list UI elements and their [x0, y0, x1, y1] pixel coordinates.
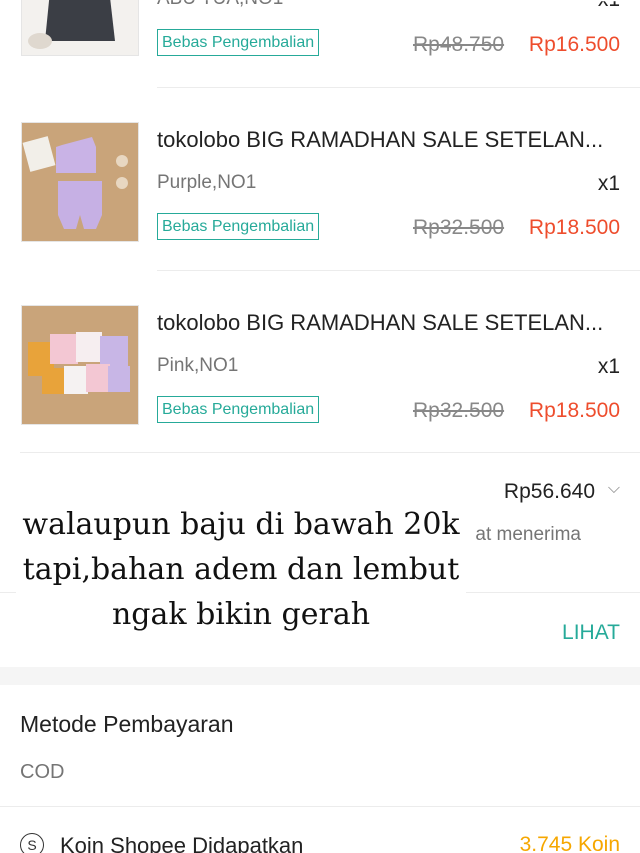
order-total-amount: Rp56.640 [503, 480, 595, 503]
item-quantity: x1 [597, 355, 620, 378]
coins-label: Koin Shopee Didapatkan [60, 833, 304, 853]
sale-price: Rp18.500 [528, 216, 620, 239]
shopee-coins-row[interactable]: S Koin Shopee Didapatkan 3.745 Koin [0, 807, 640, 853]
dark-outfit-image [22, 0, 138, 55]
original-price: Rp32.500 [413, 216, 505, 239]
item-variant: ABU TUA,NO1 [157, 0, 283, 10]
order-item-2[interactable]: tokolobo BIG RAMADHAN SALE SETELAN... Pi… [0, 287, 640, 470]
item-divider [157, 270, 640, 271]
item-quantity: x1 [597, 172, 620, 195]
product-name[interactable]: tokolobo BIG RAMADHAN SALE SETELAN... [157, 310, 620, 336]
free-return-badge: Bebas Pengembalian [157, 396, 320, 423]
sale-price: Rp16.500 [528, 33, 620, 56]
product-name[interactable]: tokolobo BIG RAMADHAN SALE SETELAN... [157, 127, 620, 153]
purple-outfit-image [22, 123, 138, 241]
coins-value: 3.745 Koin [519, 833, 620, 853]
overlay-caption: walaupun baju di bawah 20k tapi,bahan ad… [16, 498, 466, 645]
product-thumbnail-1[interactable] [21, 122, 139, 242]
payment-method-value: COD [20, 761, 65, 783]
item-variant: Pink,NO1 [157, 355, 239, 376]
original-price: Rp48.750 [413, 33, 505, 56]
coin-icon: S [20, 833, 44, 853]
item-divider [157, 87, 640, 88]
item-variant: Purple,NO1 [157, 172, 257, 193]
item-divider [20, 452, 640, 453]
chevron-down-icon[interactable]: ⌵ [608, 480, 620, 498]
payment-method-title: Metode Pembayaran [20, 711, 234, 737]
order-item-1[interactable]: tokolobo BIG RAMADHAN SALE SETELAN... Pu… [0, 104, 640, 287]
multicolor-outfit-image [22, 306, 138, 424]
free-return-badge: Bebas Pengembalian [157, 29, 320, 56]
payment-method-section[interactable]: Metode Pembayaran COD [0, 685, 640, 805]
product-thumbnail-0[interactable] [21, 0, 139, 56]
free-return-badge: Bebas Pengembalian [157, 213, 320, 240]
product-thumbnail-2[interactable] [21, 305, 139, 425]
sale-price: Rp18.500 [528, 399, 620, 422]
original-price: Rp32.500 [413, 399, 505, 422]
order-total-note: at menerima [475, 524, 581, 545]
item-quantity: x1 [598, 1, 620, 12]
section-separator [0, 667, 640, 685]
lihat-link[interactable]: LIHAT [562, 621, 620, 645]
